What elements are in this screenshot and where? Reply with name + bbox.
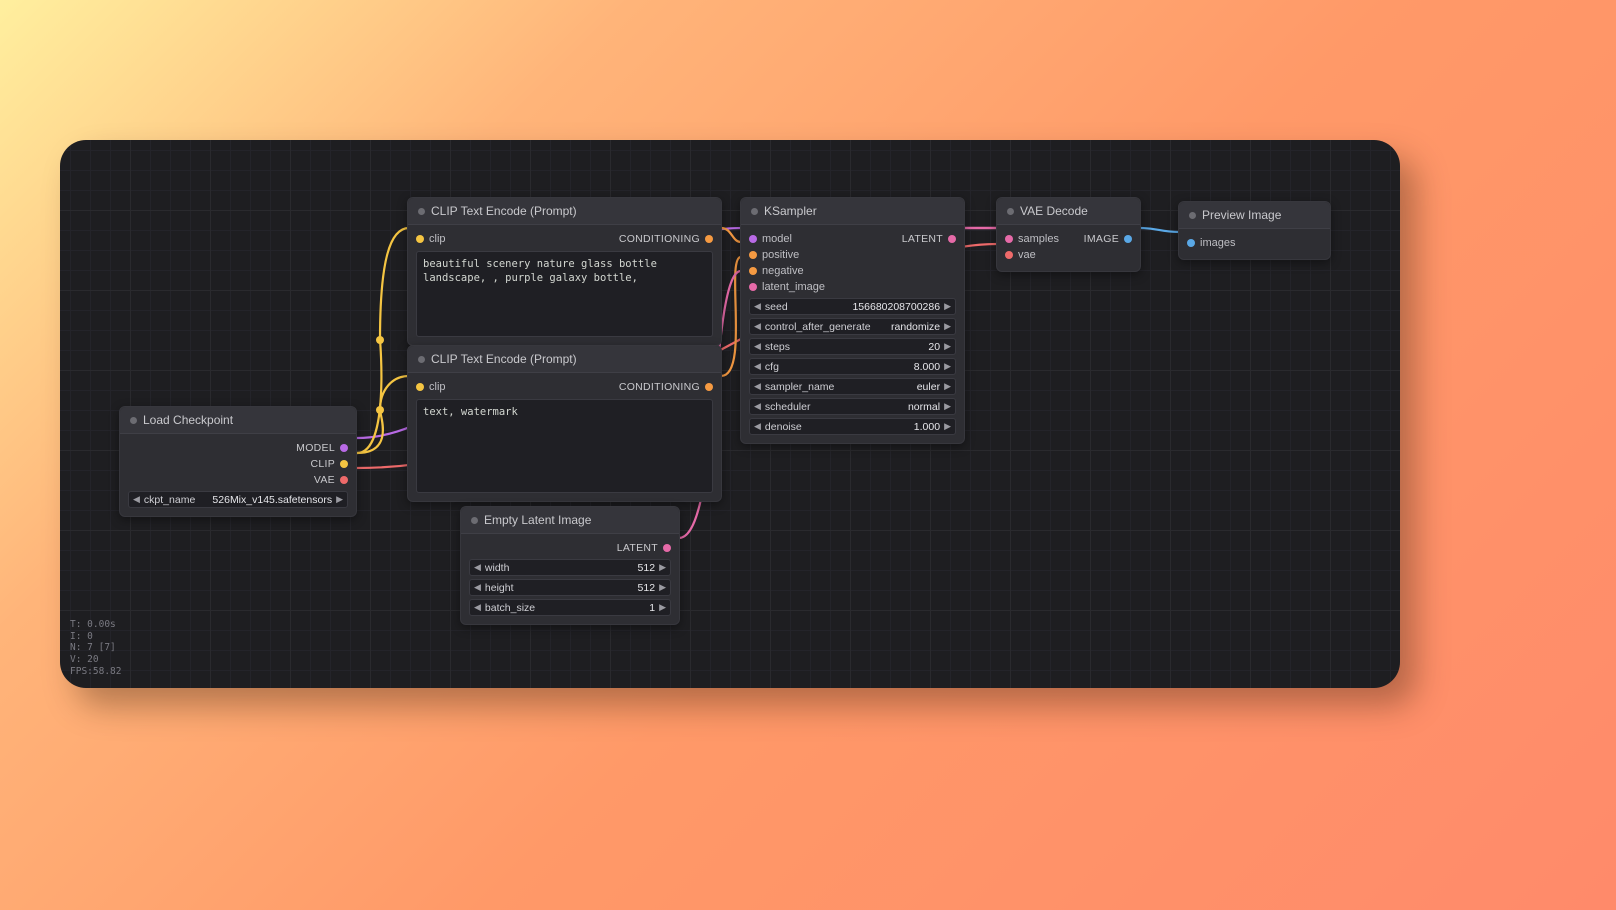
arrow-left-icon[interactable]: ◀ xyxy=(754,401,761,412)
widget-ckpt-name[interactable]: ◀ ckpt_name 526Mix_v145.safetensors ▶ xyxy=(128,491,348,508)
collapse-icon[interactable] xyxy=(751,208,758,215)
port-icon[interactable] xyxy=(340,460,348,468)
collapse-icon[interactable] xyxy=(1007,208,1014,215)
arrow-right-icon[interactable]: ▶ xyxy=(944,381,951,392)
arrow-right-icon[interactable]: ▶ xyxy=(659,582,666,593)
node-ksampler[interactable]: KSampler model LATENT positive xyxy=(740,197,965,444)
output-vae[interactable]: VAE xyxy=(314,474,348,486)
port-icon[interactable] xyxy=(749,267,757,275)
node-header[interactable]: KSampler xyxy=(741,198,964,225)
output-model[interactable]: MODEL xyxy=(296,442,348,454)
port-icon[interactable] xyxy=(1005,235,1013,243)
arrow-right-icon[interactable]: ▶ xyxy=(944,321,951,332)
node-load-checkpoint[interactable]: Load Checkpoint MODEL CLIP VAE xyxy=(119,406,357,517)
port-icon[interactable] xyxy=(416,383,424,391)
node-clip-encode-positive[interactable]: CLIP Text Encode (Prompt) clip CONDITION… xyxy=(407,197,722,346)
port-icon[interactable] xyxy=(663,544,671,552)
arrow-right-icon[interactable]: ▶ xyxy=(659,562,666,573)
output-conditioning[interactable]: CONDITIONING xyxy=(619,233,713,245)
node-preview-image[interactable]: Preview Image images xyxy=(1178,201,1331,260)
widget-height[interactable]: ◀ height 512 ▶ xyxy=(469,579,671,596)
node-title: CLIP Text Encode (Prompt) xyxy=(431,204,577,218)
arrow-left-icon[interactable]: ◀ xyxy=(754,321,761,332)
arrow-left-icon[interactable]: ◀ xyxy=(754,341,761,352)
arrow-left-icon[interactable]: ◀ xyxy=(754,421,761,432)
input-samples[interactable]: samples xyxy=(1005,233,1059,245)
output-clip[interactable]: CLIP xyxy=(310,458,348,470)
widget-control-after-generate[interactable]: ◀ control_after_generate randomize ▶ xyxy=(749,318,956,335)
input-latent-image[interactable]: latent_image xyxy=(749,281,825,293)
arrow-right-icon[interactable]: ▶ xyxy=(944,301,951,312)
port-icon[interactable] xyxy=(416,235,424,243)
node-title: Preview Image xyxy=(1202,208,1281,222)
port-icon[interactable] xyxy=(1005,251,1013,259)
port-icon[interactable] xyxy=(749,283,757,291)
arrow-right-icon[interactable]: ▶ xyxy=(944,341,951,352)
node-title: Empty Latent Image xyxy=(484,513,591,527)
input-vae[interactable]: vae xyxy=(1005,249,1036,261)
port-icon[interactable] xyxy=(340,476,348,484)
widget-cfg[interactable]: ◀ cfg 8.000 ▶ xyxy=(749,358,956,375)
collapse-icon[interactable] xyxy=(471,517,478,524)
arrow-left-icon[interactable]: ◀ xyxy=(754,301,761,312)
collapse-icon[interactable] xyxy=(1189,212,1196,219)
collapse-icon[interactable] xyxy=(130,417,137,424)
port-icon[interactable] xyxy=(749,235,757,243)
node-header[interactable]: CLIP Text Encode (Prompt) xyxy=(408,346,721,373)
prompt-textarea[interactable]: beautiful scenery nature glass bottle la… xyxy=(416,251,713,337)
node-editor-canvas[interactable]: Load Checkpoint MODEL CLIP VAE xyxy=(60,140,1400,688)
node-header[interactable]: Preview Image xyxy=(1179,202,1330,229)
port-icon[interactable] xyxy=(705,383,713,391)
port-icon[interactable] xyxy=(1187,239,1195,247)
node-clip-encode-negative[interactable]: CLIP Text Encode (Prompt) clip CONDITION… xyxy=(407,345,722,502)
output-latent[interactable]: LATENT xyxy=(617,542,671,554)
widget-denoise[interactable]: ◀ denoise 1.000 ▶ xyxy=(749,418,956,435)
input-model[interactable]: model xyxy=(749,233,792,245)
output-conditioning[interactable]: CONDITIONING xyxy=(619,381,713,393)
arrow-right-icon[interactable]: ▶ xyxy=(944,401,951,412)
port-icon[interactable] xyxy=(340,444,348,452)
node-empty-latent[interactable]: Empty Latent Image LATENT ◀ width 512 ▶ … xyxy=(460,506,680,625)
arrow-right-icon[interactable]: ▶ xyxy=(944,421,951,432)
node-header[interactable]: Load Checkpoint xyxy=(120,407,356,434)
output-latent[interactable]: LATENT xyxy=(902,233,956,245)
input-clip[interactable]: clip xyxy=(416,381,446,393)
input-positive[interactable]: positive xyxy=(749,249,799,261)
node-title: Load Checkpoint xyxy=(143,413,233,427)
arrow-left-icon[interactable]: ◀ xyxy=(474,562,481,573)
widget-seed[interactable]: ◀ seed 156680208700286 ▶ xyxy=(749,298,956,315)
node-title: CLIP Text Encode (Prompt) xyxy=(431,352,577,366)
arrow-left-icon[interactable]: ◀ xyxy=(474,582,481,593)
collapse-icon[interactable] xyxy=(418,208,425,215)
arrow-right-icon[interactable]: ▶ xyxy=(336,494,343,505)
arrow-left-icon[interactable]: ◀ xyxy=(754,381,761,392)
collapse-icon[interactable] xyxy=(418,356,425,363)
canvas-stats: T: 0.00s I: 0 N: 7 [7] V: 20 FPS:58.82 xyxy=(70,619,121,678)
prompt-textarea[interactable]: text, watermark xyxy=(416,399,713,493)
port-icon[interactable] xyxy=(705,235,713,243)
port-icon[interactable] xyxy=(749,251,757,259)
node-vae-decode[interactable]: VAE Decode samples IMAGE vae xyxy=(996,197,1141,272)
widget-steps[interactable]: ◀ steps 20 ▶ xyxy=(749,338,956,355)
node-header[interactable]: CLIP Text Encode (Prompt) xyxy=(408,198,721,225)
node-title: KSampler xyxy=(764,204,817,218)
port-icon[interactable] xyxy=(1124,235,1132,243)
input-clip[interactable]: clip xyxy=(416,233,446,245)
widget-batch-size[interactable]: ◀ batch_size 1 ▶ xyxy=(469,599,671,616)
widget-sampler-name[interactable]: ◀ sampler_name euler ▶ xyxy=(749,378,956,395)
widget-width[interactable]: ◀ width 512 ▶ xyxy=(469,559,671,576)
node-header[interactable]: VAE Decode xyxy=(997,198,1140,225)
input-images[interactable]: images xyxy=(1187,237,1235,249)
arrow-left-icon[interactable]: ◀ xyxy=(133,494,140,505)
arrow-left-icon[interactable]: ◀ xyxy=(754,361,761,372)
arrow-right-icon[interactable]: ▶ xyxy=(659,602,666,613)
arrow-right-icon[interactable]: ▶ xyxy=(944,361,951,372)
arrow-left-icon[interactable]: ◀ xyxy=(474,602,481,613)
input-negative[interactable]: negative xyxy=(749,265,804,277)
port-icon[interactable] xyxy=(948,235,956,243)
node-title: VAE Decode xyxy=(1020,204,1088,218)
node-header[interactable]: Empty Latent Image xyxy=(461,507,679,534)
widget-scheduler[interactable]: ◀ scheduler normal ▶ xyxy=(749,398,956,415)
output-image[interactable]: IMAGE xyxy=(1084,233,1132,245)
